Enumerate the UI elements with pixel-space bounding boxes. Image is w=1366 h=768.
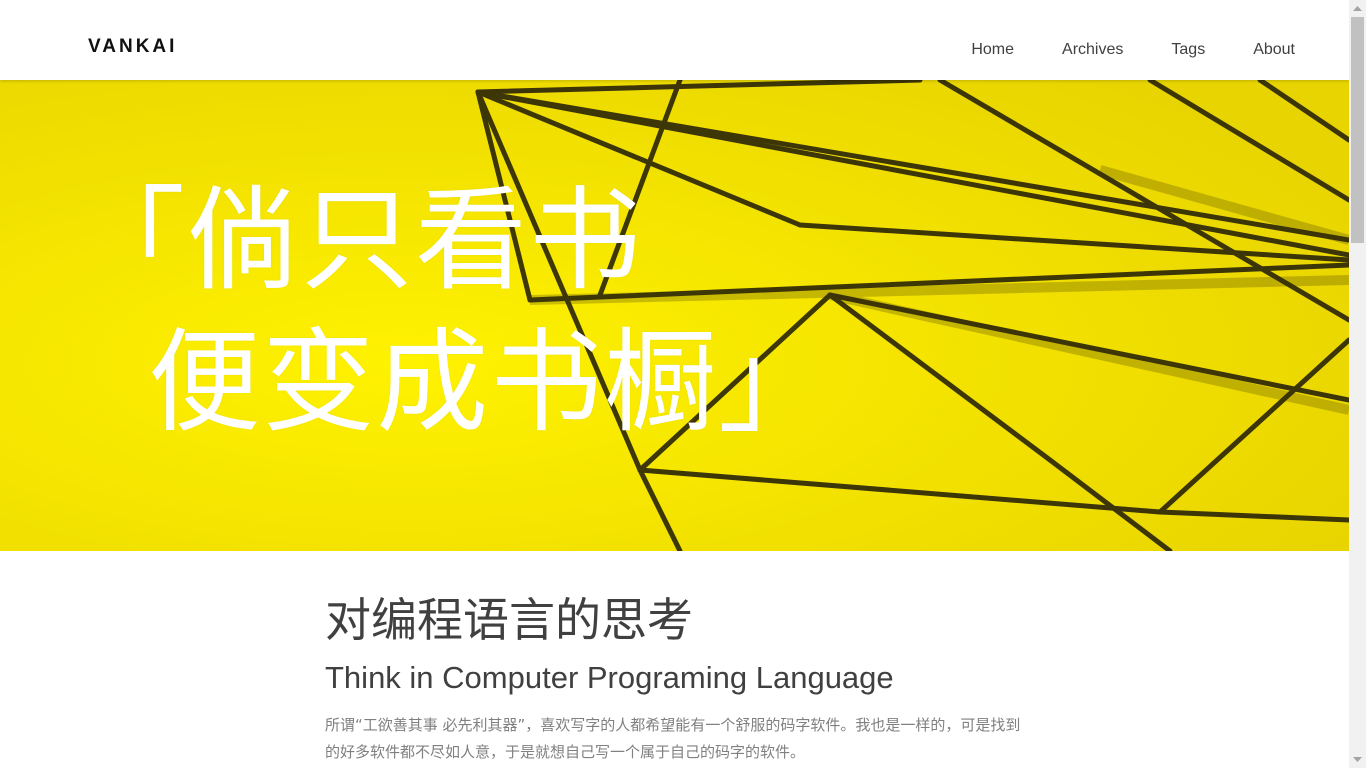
hero-quote-line-2: 便变成书橱」 <box>73 318 833 448</box>
post-title[interactable]: 对编程语言的思考 <box>325 590 1025 650</box>
scrollbar-thumb[interactable] <box>1351 17 1364 243</box>
page-scrollbar[interactable] <box>1349 0 1366 768</box>
nav-link-tags[interactable]: Tags <box>1171 40 1205 60</box>
nav-link-home[interactable]: Home <box>971 40 1014 60</box>
hero-quote-line-1: 「倘只看书 <box>73 176 643 306</box>
hero-banner: 「倘只看书 便变成书橱」 <box>0 80 1349 551</box>
post-preview[interactable]: 对编程语言的思考 Think in Computer Programing La… <box>325 590 1025 766</box>
site-brand-link[interactable]: VANKAI <box>88 36 177 58</box>
scroll-down-arrow-icon[interactable] <box>1349 751 1366 768</box>
post-excerpt: 所谓“工欲善其事 必先利其器”，喜欢写字的人都希望能有一个舒服的码字软件。我也是… <box>325 716 1021 761</box>
main-nav: Home Archives Tags About <box>971 40 1295 60</box>
post-subtitle[interactable]: Think in Computer Programing Language <box>325 658 1025 698</box>
wire-polyhedron-image <box>0 80 1349 551</box>
top-navbar: VANKAI Home Archives Tags About <box>0 0 1349 80</box>
nav-link-about[interactable]: About <box>1253 40 1295 60</box>
nav-link-archives[interactable]: Archives <box>1062 40 1123 60</box>
scroll-up-arrow-icon[interactable] <box>1349 0 1366 17</box>
